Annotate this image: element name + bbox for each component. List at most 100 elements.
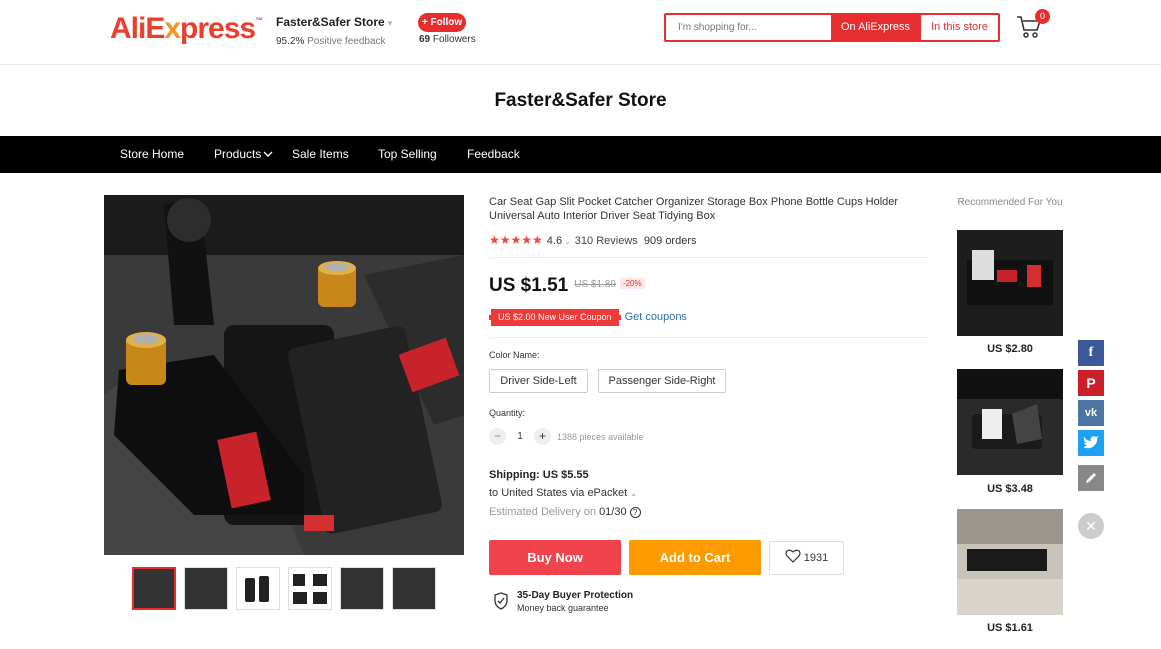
divider	[489, 337, 929, 338]
recommended-item-3-photo	[957, 509, 1063, 615]
nav-feedback[interactable]: Feedback	[467, 136, 520, 173]
quantity-value[interactable]: 1	[506, 431, 534, 442]
add-to-cart-button[interactable]: Add to Cart	[629, 540, 761, 575]
original-price: US $1.89	[574, 279, 616, 290]
chevron-down-icon: ⌄	[630, 489, 637, 498]
recommended-item-3-image[interactable]	[957, 509, 1063, 615]
recommended-item-2-image[interactable]	[957, 369, 1063, 475]
logo-trademark: ™	[255, 16, 263, 25]
vk-icon[interactable]: vk	[1078, 400, 1104, 426]
nav-sale-items[interactable]: Sale Items	[292, 136, 349, 173]
protection-subtitle: Money back guarantee	[517, 603, 609, 613]
wishlist-button[interactable]: 1931	[769, 541, 844, 575]
thumbnail-2[interactable]	[184, 567, 228, 610]
search-input[interactable]	[666, 15, 831, 40]
nav-top-selling[interactable]: Top Selling	[378, 136, 437, 173]
pinterest-icon[interactable]: P	[1078, 370, 1104, 396]
new-user-coupon[interactable]: US $2.00 New User Coupon	[489, 309, 621, 326]
chevron-down-icon: ⌄	[564, 237, 571, 246]
estimated-delivery: Estimated Delivery on 01/30?	[489, 506, 641, 518]
store-info: Faster&Safer Store ▾ 95.2% Positive feedb…	[276, 15, 392, 47]
thumbnail-3[interactable]	[236, 567, 280, 610]
followers-label: Followers	[432, 34, 476, 45]
quantity-stepper: −1 +1388 pieces available	[489, 428, 644, 445]
help-icon[interactable]: ?	[629, 507, 641, 518]
quantity-increase-button[interactable]: +	[534, 428, 551, 445]
twitter-bird-icon	[1083, 436, 1099, 449]
price-row: US $1.51 US $1.89 -20%	[489, 275, 645, 297]
recommended-item-3-price: US $1.61	[987, 622, 1033, 634]
positive-feedback: 95.2% Positive feedback	[276, 36, 392, 47]
chevron-down-icon	[263, 151, 273, 157]
color-label: Color Name:	[489, 350, 540, 360]
recommended-title: Recommended For You	[957, 197, 1063, 208]
chevron-down-icon: ▾	[387, 18, 393, 28]
delivery-date: 01/30	[599, 506, 627, 518]
search-store-button[interactable]: In this store	[920, 15, 998, 40]
followers-number: 69	[419, 34, 431, 45]
logo-text-start: AliE	[110, 12, 165, 45]
shipping-destination-text: to United States via ePacket	[489, 487, 628, 499]
coupon-row: US $2.00 New User Coupon Get coupons	[489, 307, 687, 326]
recommended-item-1-price: US $2.80	[987, 343, 1033, 355]
recommended-item-2-price: US $3.48	[987, 483, 1033, 495]
edit-icon[interactable]	[1078, 465, 1104, 491]
quantity-label: Quantity:	[489, 408, 526, 418]
delivery-label: Estimated Delivery on	[489, 506, 596, 518]
product-photo	[104, 195, 464, 555]
quantity-decrease-button[interactable]: −	[489, 428, 506, 445]
recommended-item-1-image[interactable]	[957, 230, 1063, 336]
aliexpress-logo[interactable]: AliExpress™	[110, 12, 263, 46]
stock-available: 1388 pieces available	[557, 431, 644, 442]
search-bar: On AliExpress In this store	[664, 13, 1000, 42]
current-price: US $1.51	[489, 275, 569, 296]
thumbnail-4-photo	[293, 574, 327, 604]
thumbnail-5[interactable]	[340, 567, 384, 610]
logo-text-end: press	[180, 12, 256, 45]
buy-now-button[interactable]: Buy Now	[489, 540, 621, 575]
shipping-destination[interactable]: to United States via ePacket ⌄	[489, 487, 637, 499]
wishlist-count: 1931	[803, 552, 829, 564]
star-rating-icon: ★★★★★	[489, 233, 543, 247]
store-name-link[interactable]: Faster&Safer Store ▾	[276, 15, 392, 29]
cart-button[interactable]: 0	[1015, 9, 1050, 42]
product-title: Car Seat Gap Slit Pocket Catcher Organiz…	[489, 196, 899, 222]
feedback-label: Positive feedback	[307, 36, 386, 47]
nav-store-home[interactable]: Store Home	[120, 136, 184, 173]
store-title: Faster&Safer Store	[494, 90, 667, 111]
protection-title: 35-Day Buyer Protection	[517, 590, 634, 601]
close-icon[interactable]: ✕	[1078, 513, 1104, 539]
product-info: Car Seat Gap Slit Pocket Catcher Organiz…	[489, 195, 929, 613]
logo-text-x: x	[164, 12, 181, 45]
shipping-cost: Shipping: US $5.55	[489, 469, 589, 481]
color-option-driver-left[interactable]: Driver Side-Left	[489, 369, 588, 393]
nav-products-label: Products	[214, 147, 262, 161]
thumbnail-1[interactable]	[132, 567, 176, 610]
recommended-item-2-photo	[957, 369, 1063, 475]
thumbnail-3-photo	[245, 576, 269, 602]
recommended-item-1-photo	[957, 230, 1063, 336]
nav-products[interactable]: Products	[214, 136, 273, 173]
get-coupons-link[interactable]: Get coupons	[625, 311, 687, 323]
search-aliexpress-button[interactable]: On AliExpress	[831, 15, 920, 40]
followers-count: 69 Followers	[419, 34, 476, 45]
facebook-icon[interactable]: f	[1078, 340, 1104, 366]
product-main-image[interactable]	[104, 195, 464, 555]
store-nav: Store Home Products Sale Items Top Selli…	[0, 136, 1161, 173]
top-header: AliExpress™ Faster&Safer Store ▾ 95.2% Po…	[0, 0, 1161, 65]
thumbnail-6[interactable]	[392, 567, 436, 610]
discount-badge: -20%	[619, 278, 645, 289]
rating-row: ★★★★★ 4.6 ⌄ 310 Reviews 909 orders	[489, 233, 697, 247]
heart-icon	[785, 549, 801, 563]
reviews-count[interactable]: 310 Reviews	[575, 235, 638, 247]
color-option-passenger-right[interactable]: Passenger Side-Right	[598, 369, 726, 393]
orders-count: 909 orders	[643, 235, 697, 247]
thumbnail-4[interactable]	[288, 567, 332, 610]
pencil-icon	[1086, 473, 1096, 483]
shield-check-icon	[494, 592, 508, 610]
follow-button[interactable]: + Follow	[418, 13, 466, 32]
rating-value[interactable]: 4.6	[547, 235, 562, 247]
feedback-value: 95.2%	[276, 36, 305, 47]
twitter-icon[interactable]	[1078, 430, 1104, 456]
divider	[489, 257, 929, 258]
